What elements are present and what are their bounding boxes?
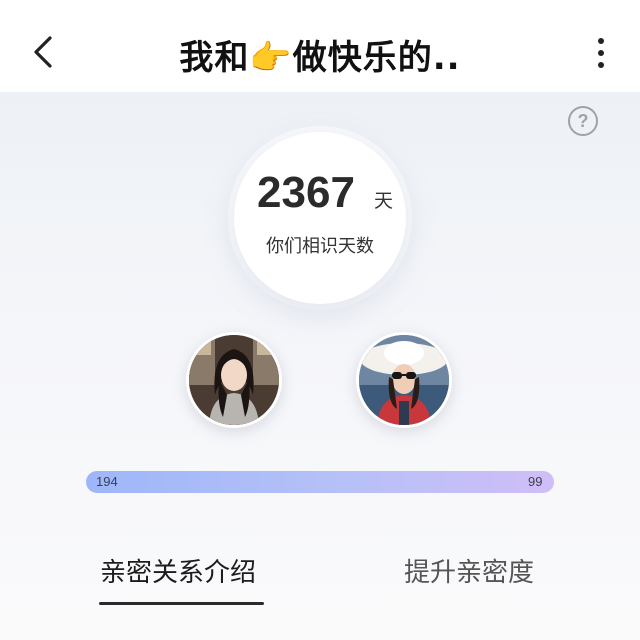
days-count: 2367 [257, 168, 355, 217]
avatar-right-image [359, 335, 449, 425]
progress-right-value: 99 [528, 474, 543, 489]
avatar-left[interactable] [186, 332, 282, 428]
app-header: 我和👉做快乐的.. [0, 0, 640, 92]
intimacy-progress-bar [86, 471, 554, 493]
question-circle-icon[interactable]: ? [568, 106, 598, 136]
tab-improve-intimacy[interactable]: 提升亲密度 [404, 552, 534, 589]
more-vertical-icon-dot [598, 50, 604, 56]
days-caption: 你们相识天数 [266, 236, 374, 257]
tab-relationship-intro[interactable]: 亲密关系介绍 [100, 552, 256, 589]
active-tab-indicator [99, 602, 264, 605]
progress-left-value: 194 [96, 474, 118, 489]
avatar-right[interactable] [356, 332, 452, 428]
more-vertical-icon [598, 38, 604, 44]
days-unit: 天 [374, 190, 394, 212]
days-circle [234, 132, 406, 304]
page-title: 我和👉做快乐的.. [179, 38, 461, 78]
more-vertical-icon-dot [598, 62, 604, 68]
avatar-left-image [189, 335, 279, 425]
more-options-button[interactable] [594, 38, 608, 68]
